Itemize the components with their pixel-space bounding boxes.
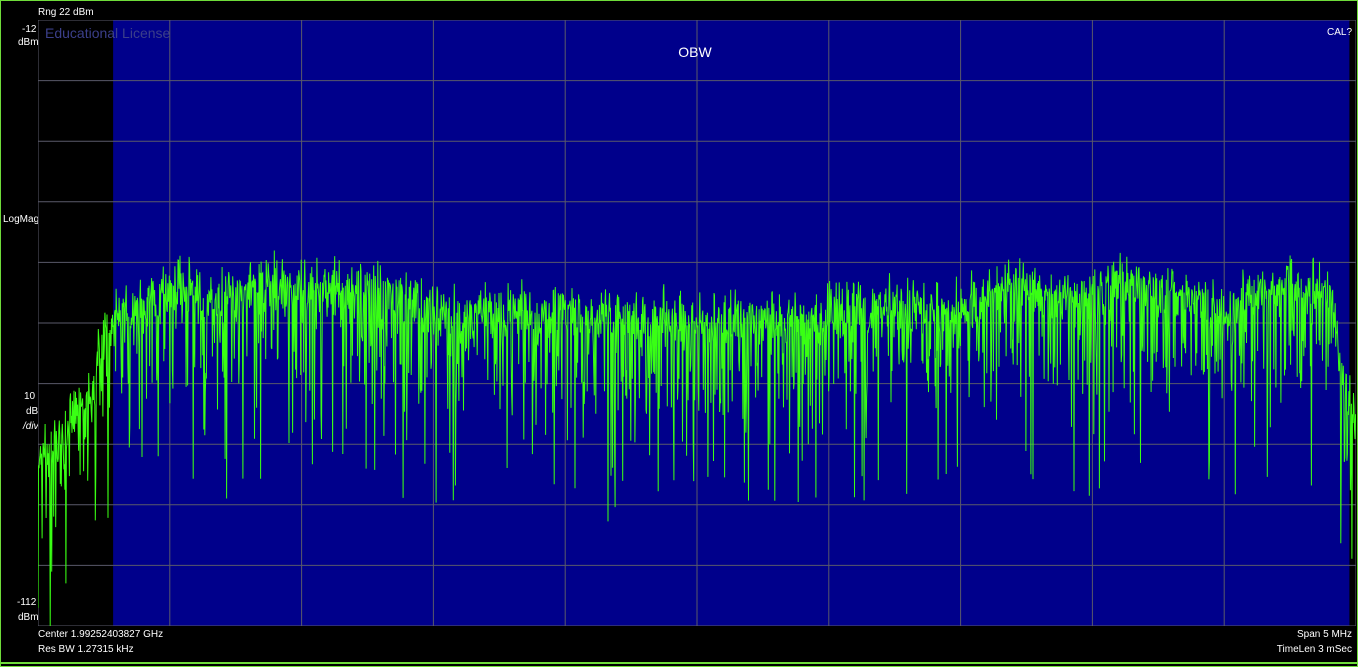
y-scale-value: 10 <box>24 391 36 402</box>
center-freq-label: Center 1.99252403827 GHz <box>38 629 164 640</box>
range-label: Rng 22 dBm <box>38 7 94 18</box>
y-mode-label: LogMag <box>3 214 40 225</box>
watermark-label: Educational License <box>45 25 171 41</box>
bottom-border <box>0 662 1358 664</box>
res-bw-label: Res BW 1.27315 kHz <box>38 644 134 655</box>
y-bottom-value: -112 <box>17 597 37 608</box>
timelen-label: TimeLen 3 mSec <box>1276 644 1352 655</box>
span-label: Span 5 MHz <box>1296 629 1352 640</box>
cal-flag: CAL? <box>1327 27 1352 38</box>
y-bottom-unit: dBm <box>18 612 39 623</box>
y-scale-per: /div <box>23 421 39 432</box>
chart-title: OBW <box>678 44 712 60</box>
y-scale-unit: dB <box>26 406 39 417</box>
y-top-value: -12 <box>22 24 37 35</box>
spectrum-plot: Educational License OBW CAL? <box>38 20 1356 626</box>
y-top-unit: dBm <box>18 37 39 48</box>
